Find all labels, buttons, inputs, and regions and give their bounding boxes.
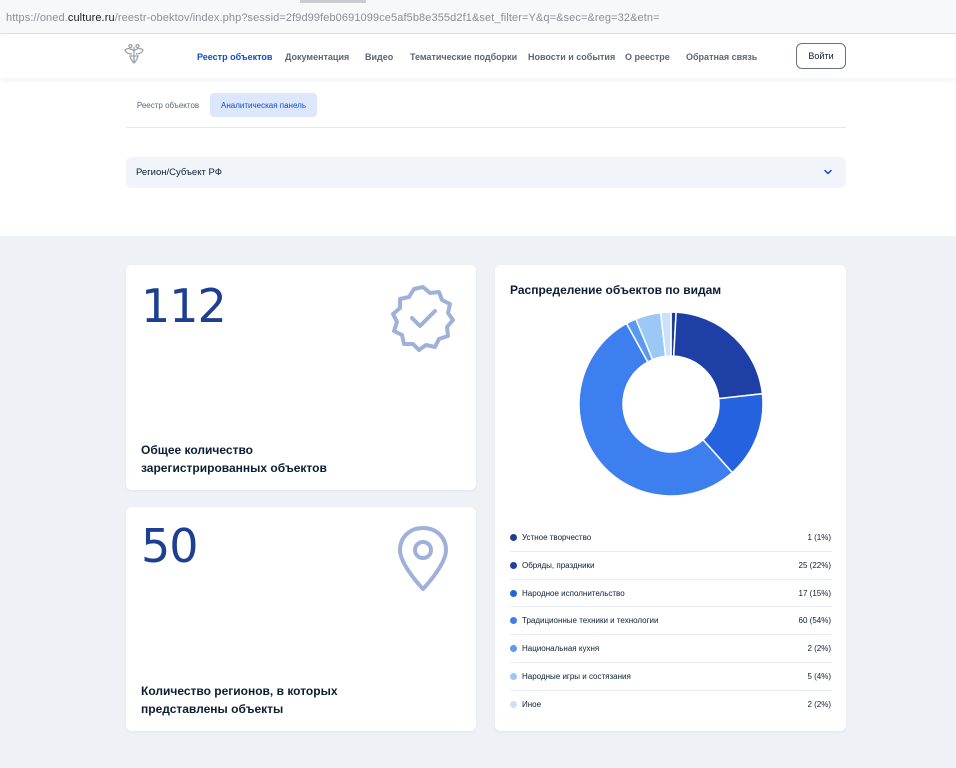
nav-item-documentation[interactable]: Документация — [285, 52, 349, 62]
legend-dot — [510, 672, 517, 680]
nav-item-registry[interactable]: Реестр объектов — [197, 52, 272, 62]
regions-caption: Количество регионов, в которых представл… — [141, 684, 338, 716]
url-path: /reestr-obektov/index.php?sessid=2f9d99f… — [114, 12, 660, 24]
site-header: Реестр объектов Документация Видео Темат… — [0, 35, 956, 78]
legend-row: Национальная кухня 2 (2%) — [510, 635, 832, 663]
legend-dot — [510, 617, 517, 625]
legend-value: 2 (2%) — [807, 644, 831, 654]
legend-value: 25 (22%) — [798, 560, 831, 570]
legend-value: 17 (15%) — [798, 588, 831, 598]
legend-row: Традиционные техники и технологии 60 (54%… — [510, 607, 832, 636]
browser-address-bar[interactable]: https://oned.culture.ru/reestr-obektov/i… — [0, 0, 956, 34]
legend-dot — [510, 534, 517, 541]
legend-dot — [510, 589, 517, 597]
legend-label: Обряды, праздники — [522, 560, 595, 570]
tab-analytics-panel[interactable]: Аналитическая панель — [210, 93, 317, 117]
donut-chart — [578, 311, 764, 497]
legend-label: Народное исполнительство — [522, 588, 625, 598]
legend-value: 60 (54%) — [798, 616, 831, 626]
coat-of-arms-icon[interactable] — [123, 43, 145, 67]
nav-item-about[interactable]: О реестре — [625, 52, 670, 62]
total-objects-caption: Общее количество зарегистрированных объе… — [141, 443, 327, 475]
legend-dot — [510, 645, 517, 653]
legend-row: Народные игры и состязания 5 (4%) — [510, 663, 832, 691]
legend-dot — [510, 561, 517, 569]
legend-value: 5 (4%) — [807, 671, 831, 681]
chevron-down-icon — [824, 169, 832, 175]
legend-value: 1 (1%) — [807, 533, 831, 542]
legend-label: Иное — [522, 699, 542, 709]
chart-title: Распределение объектов по видам — [510, 283, 722, 297]
chart-legend: Устное творчество 1 (1%) Обряды, праздники… — [510, 524, 832, 719]
legend-row: Обряды, праздники 25 (22%) — [510, 552, 832, 580]
verified-badge-icon — [391, 285, 455, 352]
map-pin-icon — [398, 526, 448, 591]
total-objects-value: 112 — [141, 279, 227, 333]
legend-label: Устное творчество — [522, 533, 592, 542]
legend-label: Национальная кухня — [522, 644, 600, 654]
nav-item-video[interactable]: Видео — [365, 52, 393, 62]
regions-card: 50 Количество регионов, в которых предст… — [126, 507, 476, 731]
legend-label: Народные игры и состязания — [522, 671, 631, 681]
url-host: culture.ru — [67, 12, 115, 24]
legend-row: Народное исполнительство 17 (15%) — [510, 580, 832, 608]
legend-row: Устное творчество 1 (1%) — [510, 524, 832, 552]
nav-item-news[interactable]: Новости и события — [528, 52, 615, 62]
total-objects-card: 112 Общее количество зарегистрированных … — [126, 265, 476, 490]
divider — [126, 127, 846, 128]
regions-value: 50 — [141, 519, 199, 573]
login-button[interactable]: Войти — [796, 43, 846, 69]
legend-row: Иное 2 (2%) — [510, 691, 832, 719]
nav-item-thematic-collections[interactable]: Тематические подборки — [410, 52, 517, 62]
legend-label: Традиционные техники и технологии — [522, 616, 659, 626]
region-select-label: Регион/Субъект РФ — [136, 167, 222, 178]
tab-indicator — [300, 0, 366, 3]
distribution-chart-card: Распределение объектов по видам Устное т… — [495, 265, 846, 731]
legend-value: 2 (2%) — [807, 699, 831, 709]
url-prefix: https://oned. — [6, 12, 68, 24]
region-select[interactable]: Регион/Субъект РФ — [126, 157, 846, 188]
url-text[interactable]: https://oned.culture.ru/reestr-obektov/i… — [6, 12, 660, 24]
legend-dot — [510, 700, 517, 708]
tab-registry[interactable]: Реестр объектов — [126, 93, 208, 117]
nav-item-feedback[interactable]: Обратная связь — [686, 52, 757, 62]
donut-slice-2[interactable] — [672, 311, 764, 400]
